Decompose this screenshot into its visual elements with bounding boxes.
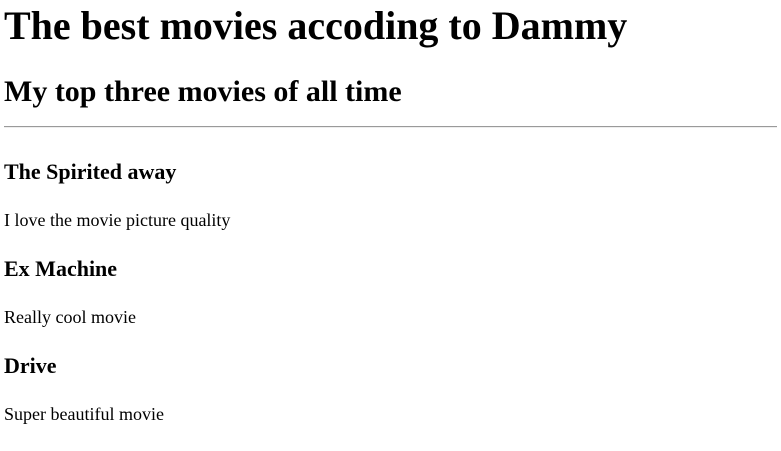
movie-description-spirited-away: I love the movie picture quality	[4, 210, 231, 230]
movie-description-drive: Super beautiful movie	[4, 404, 164, 424]
page-title: The best movies accoding to Dammy	[4, 3, 628, 48]
movie-description-ex-machine: Really cool movie	[4, 307, 136, 327]
page-subtitle: My top three movies of all time	[4, 75, 402, 108]
movie-title-ex-machine: Ex Machine	[4, 256, 118, 281]
movie-title-drive: Drive	[4, 353, 57, 378]
divider	[4, 126, 777, 128]
movie-title-spirited-away: The Spirited away	[4, 159, 177, 184]
